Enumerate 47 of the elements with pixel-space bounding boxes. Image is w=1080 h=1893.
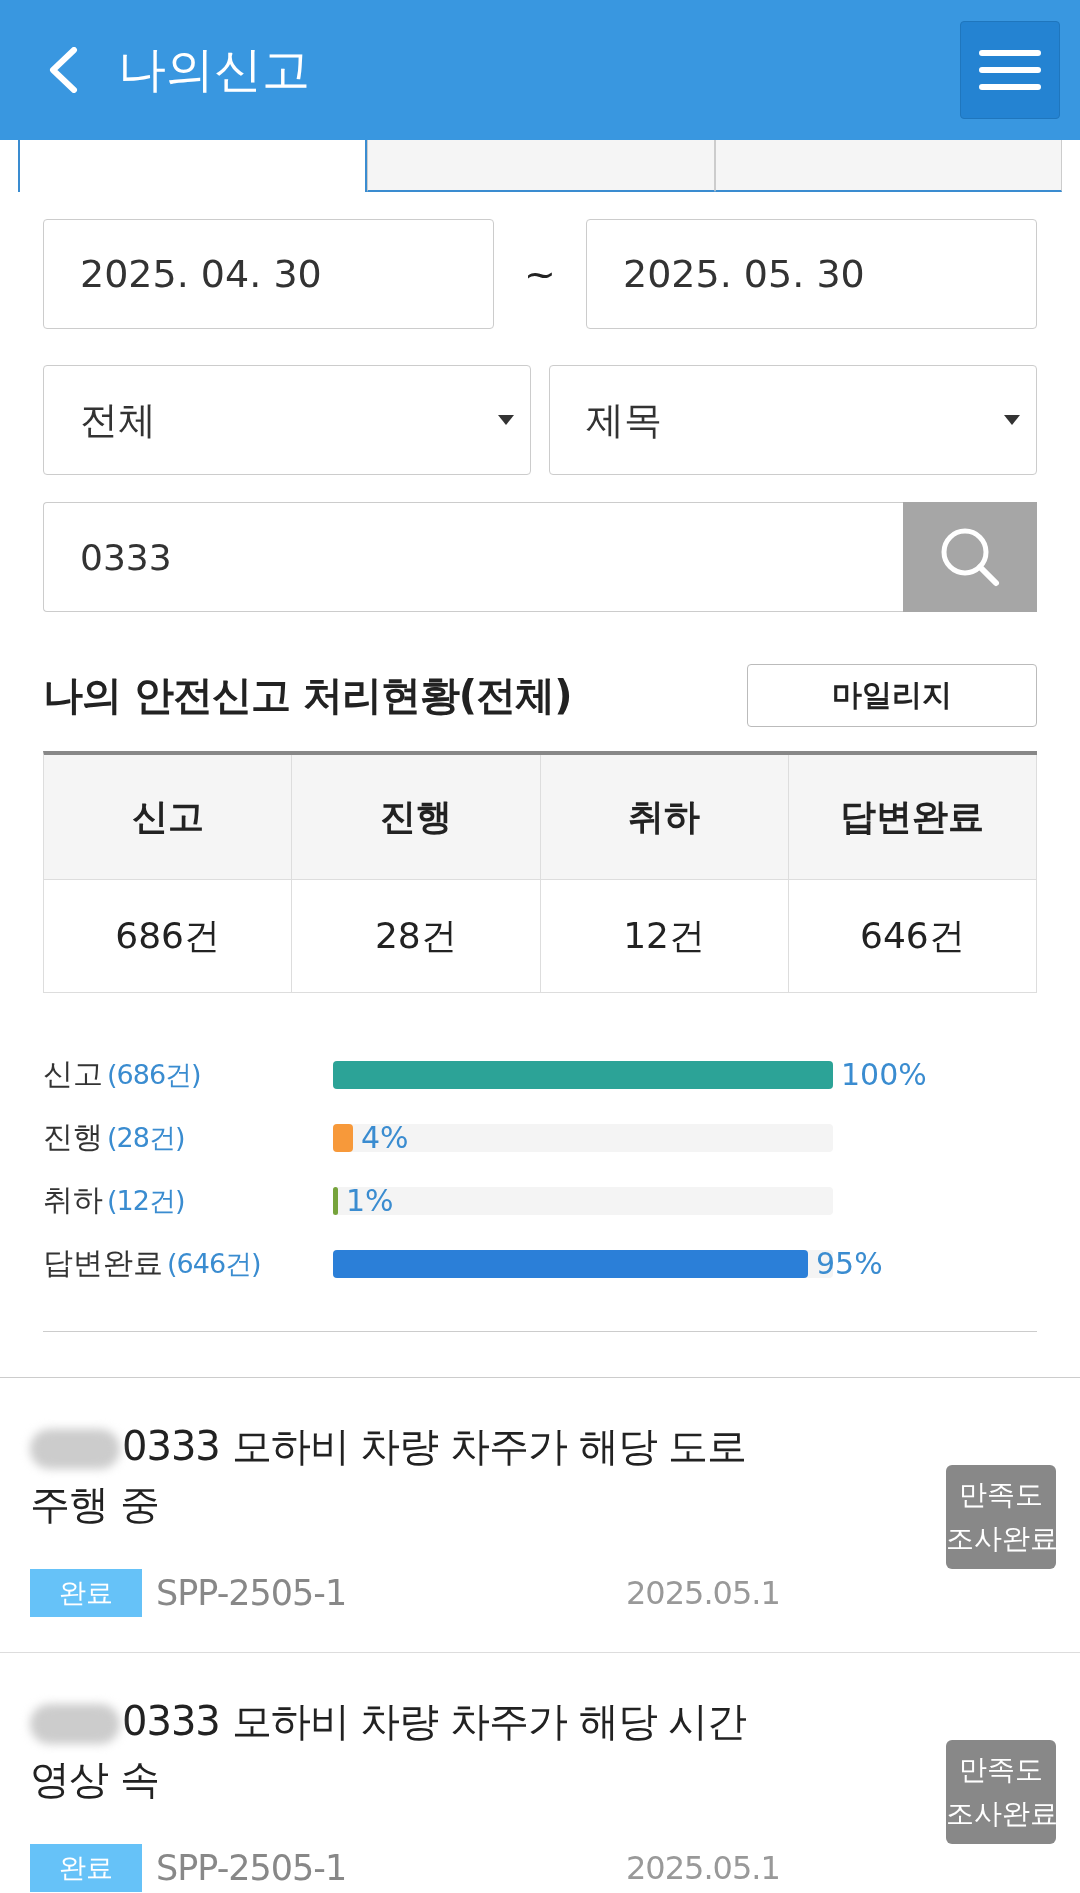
report-number: SPP-2505-1 — [156, 1848, 348, 1888]
mileage-button[interactable]: 마일리지 — [747, 664, 1037, 727]
status-badge: 완료 — [30, 1569, 142, 1617]
table-header-cell: 답변완료 — [788, 755, 1037, 880]
table-header-cell: 진행 — [292, 755, 541, 880]
table-cell: 12건 — [540, 880, 789, 993]
page-title: 나의신고 — [118, 40, 311, 99]
table-cell: 28건 — [292, 880, 541, 993]
tab[interactable] — [714, 140, 1062, 192]
bar-count: (12건) — [107, 1185, 185, 1216]
table-header-cell: 취하 — [540, 755, 789, 880]
status-badge: 완료 — [30, 1844, 142, 1892]
bar-count: (686건) — [107, 1059, 201, 1090]
report-date: 2025.05.1 — [626, 1574, 780, 1612]
table-cell: 686건 — [44, 880, 293, 993]
bar-percent: 100% — [841, 1055, 927, 1094]
report-title[interactable]: 0333 모하비 차량 차주가 해당 도로 주행 중 — [30, 1417, 760, 1533]
bar-label: 취하 — [43, 1182, 103, 1217]
report-date: 2025.05.1 — [626, 1849, 780, 1887]
bar-percent: 4% — [361, 1118, 409, 1157]
bar-label: 진행 — [43, 1119, 103, 1154]
dropdown-icon — [498, 415, 514, 425]
back-icon[interactable] — [48, 47, 78, 93]
start-date-field[interactable]: 2025. 04. 30 — [43, 219, 494, 329]
bar-label: 신고 — [43, 1056, 103, 1091]
table-header-cell: 신고 — [44, 755, 293, 880]
search-field[interactable]: 0333 — [43, 502, 903, 612]
bar-percent: 95% — [816, 1244, 883, 1283]
tab[interactable] — [367, 140, 715, 192]
menu-button[interactable] — [960, 21, 1060, 119]
menu-icon — [979, 50, 1041, 90]
section-title: 나의 안전신고 처리현황(전체) — [43, 671, 572, 720]
report-number: SPP-2505-1 — [156, 1573, 348, 1613]
survey-badge: 만족도 조사완료 — [946, 1740, 1056, 1844]
search-type-select[interactable]: 제목 — [549, 365, 1037, 475]
bar-count: (646건) — [167, 1248, 261, 1279]
search-button[interactable] — [903, 502, 1037, 612]
dropdown-icon — [1004, 415, 1020, 425]
bar-percent: 1% — [346, 1181, 394, 1220]
report-title[interactable]: 0333 모하비 차량 차주가 해당 시간 영상 속 — [30, 1692, 760, 1808]
table-cell: 646건 — [788, 880, 1037, 993]
category-select[interactable]: 전체 — [43, 365, 531, 475]
survey-badge: 만족도 조사완료 — [946, 1465, 1056, 1569]
bar-label: 답변완료 — [43, 1245, 163, 1280]
bar-count: (28건) — [107, 1122, 185, 1153]
range-separator: ~ — [523, 252, 557, 296]
end-date-field[interactable]: 2025. 05. 30 — [586, 219, 1037, 329]
